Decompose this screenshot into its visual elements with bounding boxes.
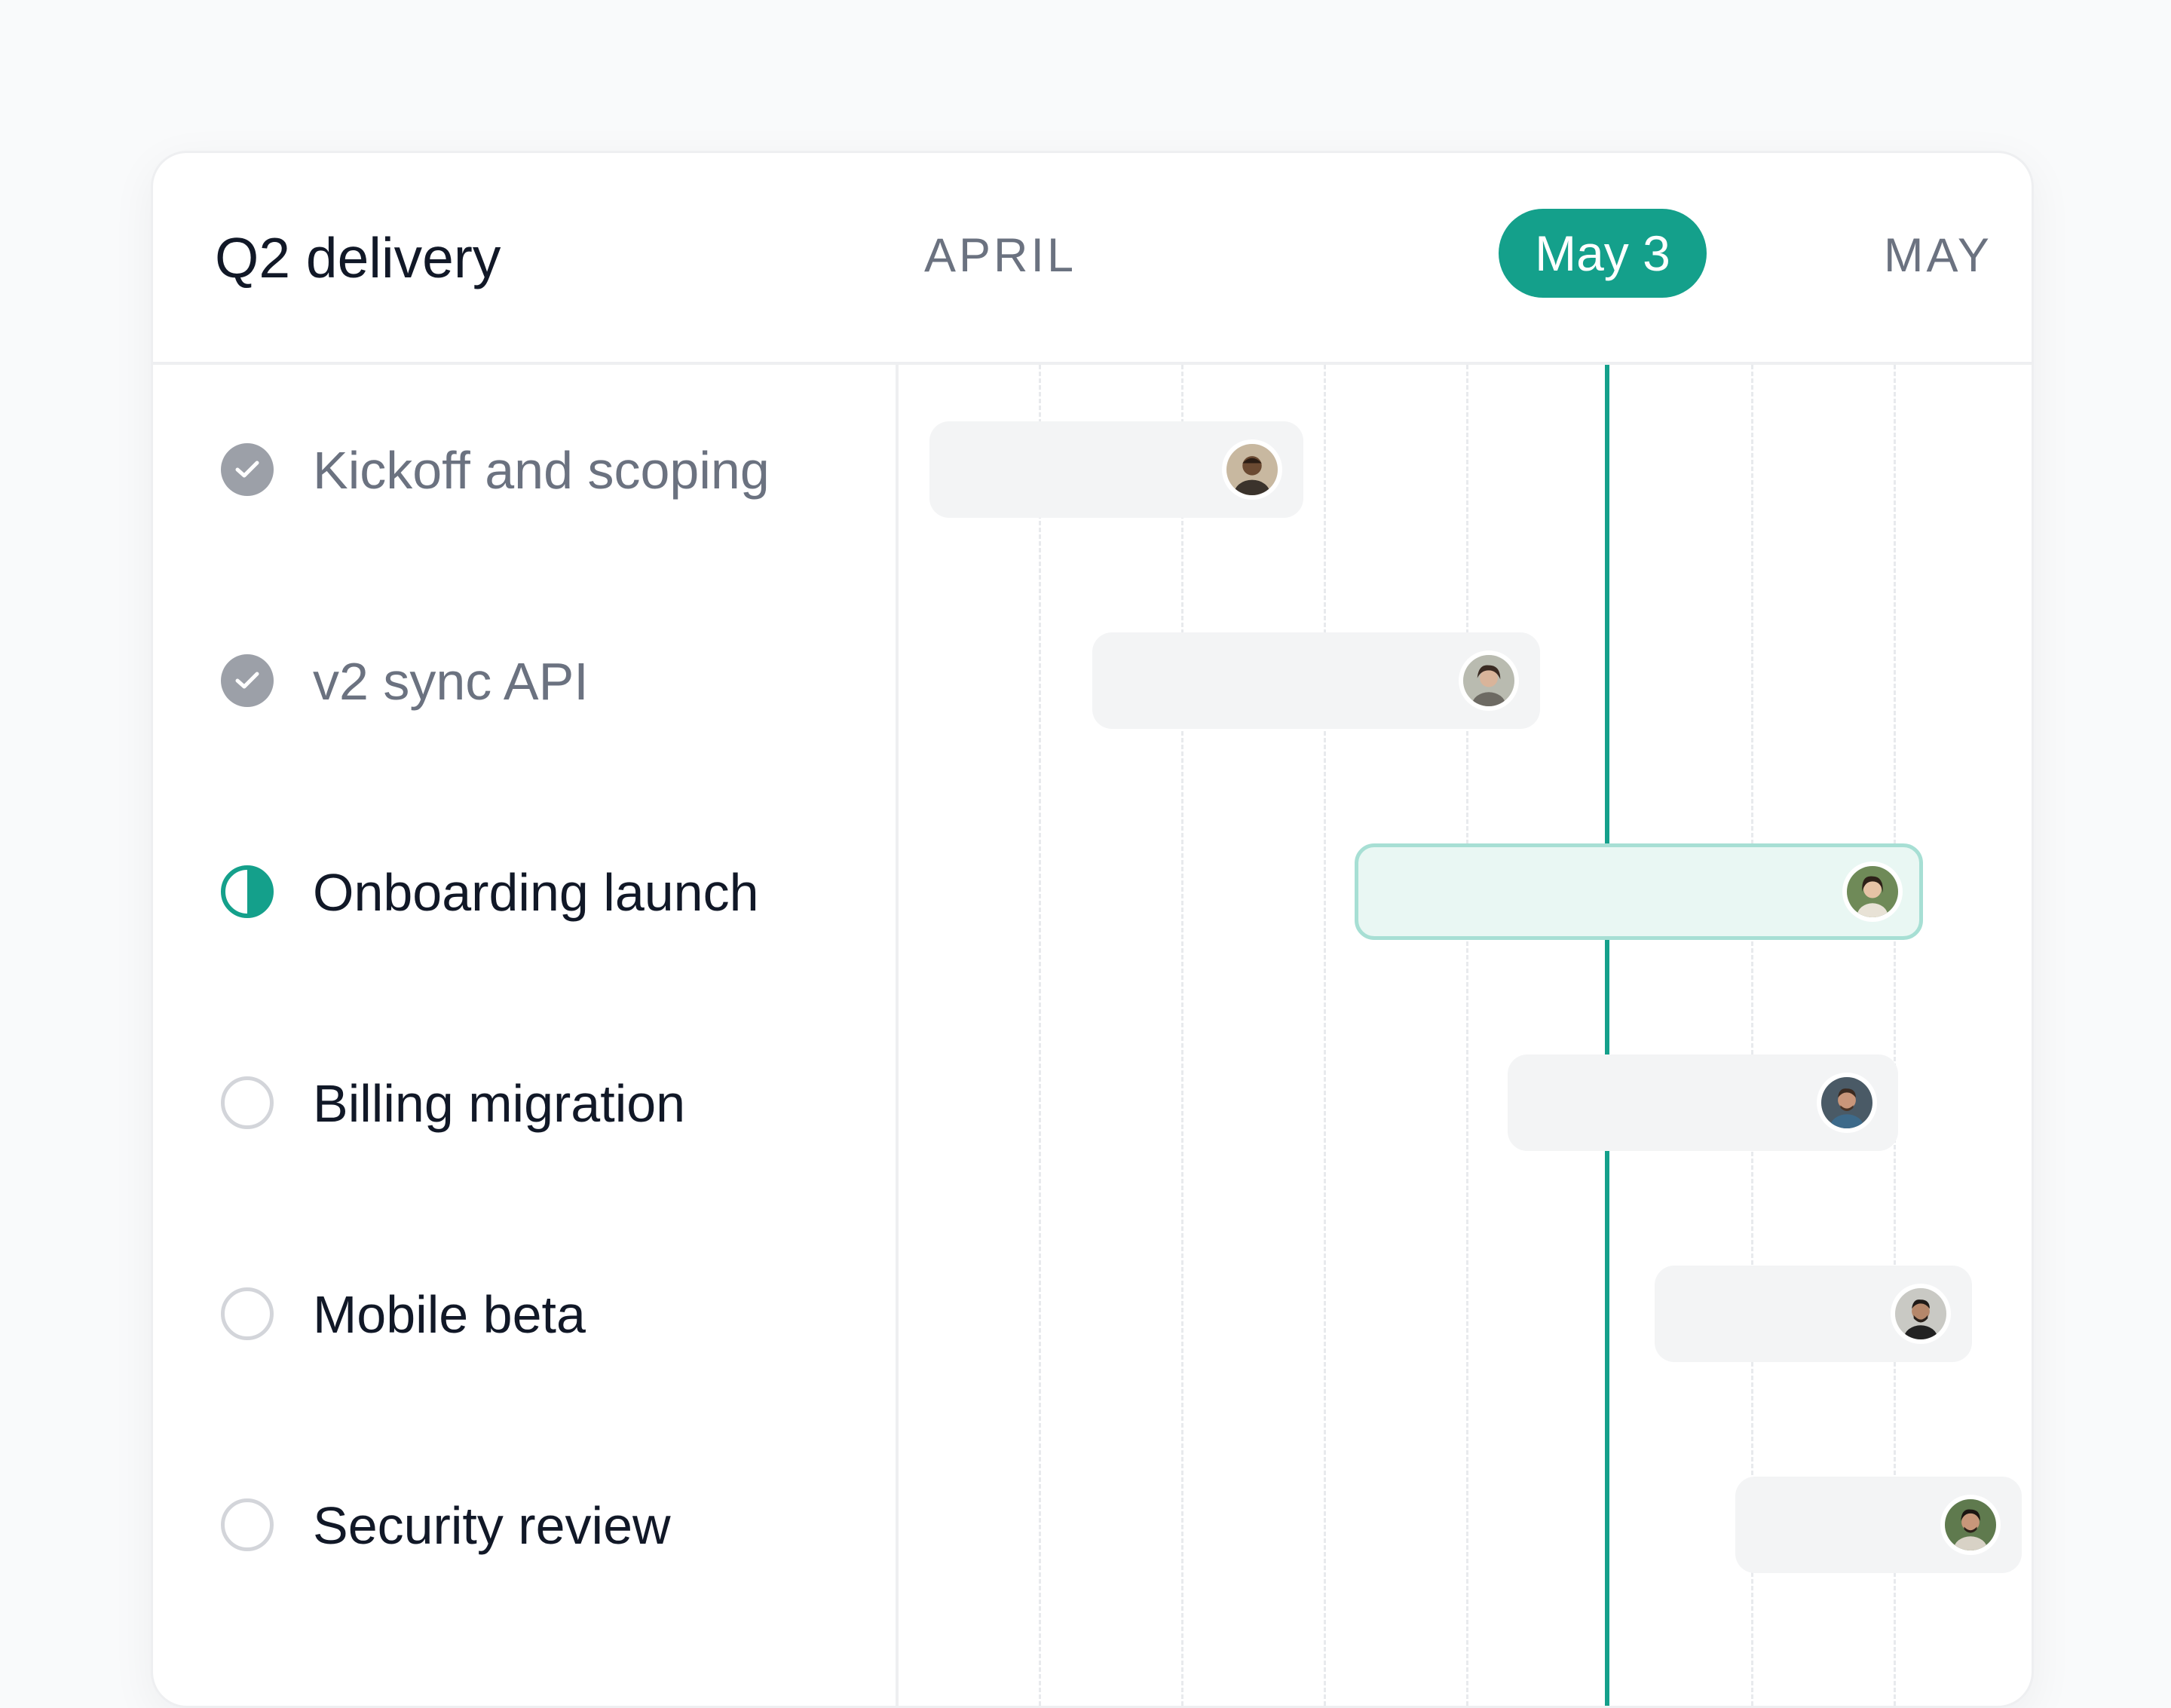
month-label-april: APRIL (924, 229, 1077, 282)
task-label: Kickoff and scoping (313, 441, 770, 500)
today-marker-badge[interactable]: May 3 (1499, 209, 1707, 298)
done-check-icon[interactable] (221, 654, 274, 707)
task-label: Mobile beta (313, 1285, 586, 1344)
task-label: v2 sync API (313, 652, 589, 711)
task-label: Onboarding launch (313, 863, 759, 922)
person-avatar-icon (1940, 1495, 2001, 1555)
task-label: Billing migration (313, 1074, 686, 1133)
task-bar[interactable] (929, 421, 1303, 518)
person-avatar-icon (1842, 862, 1903, 922)
empty-circle-icon[interactable] (221, 1498, 274, 1551)
timeline-body: Kickoff and scoping v2 sync API Onboardi… (153, 365, 2032, 1706)
person-avatar-icon (1891, 1284, 1951, 1344)
task-bar[interactable] (1735, 1477, 2022, 1573)
today-line (1605, 365, 1609, 1706)
empty-circle-icon[interactable] (221, 1076, 274, 1129)
timeline-card: Q2 delivery APRIL May 3 MAY Kickoff and … (151, 151, 2034, 1708)
person-avatar-icon (1222, 439, 1282, 500)
person-avatar-icon (1817, 1073, 1877, 1133)
task-bar[interactable] (1508, 1054, 1898, 1151)
half-progress-icon[interactable] (221, 865, 274, 918)
page-title: Q2 delivery (215, 226, 501, 289)
done-check-icon[interactable] (221, 443, 274, 496)
task-bar[interactable] (1655, 1266, 1972, 1362)
person-avatar-icon (1459, 650, 1519, 711)
timeline-header: Q2 delivery APRIL May 3 MAY (153, 153, 2032, 365)
task-label: Security review (313, 1496, 671, 1555)
month-label-may: MAY (1884, 229, 1992, 282)
task-bar-active[interactable] (1355, 843, 1923, 940)
task-bar[interactable] (1092, 632, 1540, 729)
empty-circle-icon[interactable] (221, 1287, 274, 1340)
